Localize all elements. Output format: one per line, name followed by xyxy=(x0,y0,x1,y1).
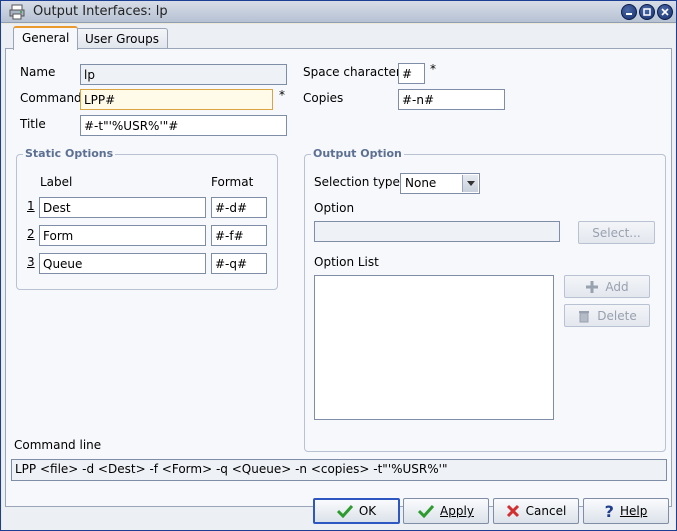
command-input[interactable] xyxy=(80,89,273,110)
label-column-header: Label xyxy=(40,175,73,189)
minimize-icon xyxy=(626,13,632,15)
name-input[interactable] xyxy=(80,64,287,85)
option-input[interactable] xyxy=(314,221,560,242)
row-number-3: 3 xyxy=(27,255,35,269)
tab-user-groups[interactable]: User Groups xyxy=(76,28,168,50)
row-number-1: 1 xyxy=(27,199,35,213)
space-character-input[interactable] xyxy=(398,63,425,84)
checkmark-icon xyxy=(418,504,435,518)
chevron-down-icon[interactable] xyxy=(462,175,478,192)
help-icon: ? xyxy=(604,501,614,521)
cancel-button[interactable]: Cancel xyxy=(493,498,579,524)
ok-button[interactable]: OK xyxy=(313,498,400,524)
cancel-button-label: Cancel xyxy=(525,504,567,518)
copies-input[interactable] xyxy=(398,89,505,110)
maximize-button[interactable] xyxy=(639,4,655,20)
title-bar[interactable]: Output Interfaces: lp xyxy=(1,1,676,23)
general-panel: Name Command * Title Space character * C… xyxy=(5,48,672,507)
output-option-group: Output Option Selection type None Option… xyxy=(304,147,666,452)
checkmark-icon xyxy=(336,504,353,518)
static-format-input-2[interactable] xyxy=(211,225,267,246)
option-label: Option xyxy=(314,201,355,215)
help-button[interactable]: ? Help xyxy=(583,498,669,524)
printer-icon xyxy=(9,4,25,20)
space-required-marker: * xyxy=(430,62,436,76)
apply-button-label: Apply xyxy=(440,504,474,518)
dialog-client: General User Groups Name Command * Title… xyxy=(2,24,675,530)
help-button-label: Help xyxy=(619,504,648,518)
static-options-legend: Static Options xyxy=(23,147,116,160)
add-button[interactable]: Add xyxy=(564,275,650,298)
window-title: Output Interfaces: lp xyxy=(33,4,168,19)
static-format-input-1[interactable] xyxy=(211,197,267,218)
select-button[interactable]: Select... xyxy=(578,221,655,244)
plus-icon xyxy=(586,280,599,293)
dialog-window: Output Interfaces: lp General User Group… xyxy=(0,0,677,531)
close-icon xyxy=(661,8,669,16)
selection-type-value: None xyxy=(405,176,437,190)
format-column-header: Format xyxy=(211,175,254,189)
option-list-label: Option List xyxy=(314,255,379,269)
command-line-label: Command line xyxy=(14,438,102,452)
static-label-input-1[interactable] xyxy=(39,197,206,218)
title-input[interactable] xyxy=(80,115,287,136)
command-line-field: LPP <file> -d <Dest> -f <Form> -q <Queue… xyxy=(11,459,667,481)
command-required-marker: * xyxy=(279,88,285,102)
name-label: Name xyxy=(20,65,56,79)
apply-button[interactable]: Apply xyxy=(403,498,489,524)
command-label: Command xyxy=(20,91,82,105)
delete-button[interactable]: Delete xyxy=(564,304,650,327)
tab-general[interactable]: General xyxy=(13,26,79,50)
close-button[interactable] xyxy=(657,4,673,20)
maximize-icon xyxy=(643,8,651,16)
close-icon xyxy=(506,504,519,518)
delete-button-label: Delete xyxy=(597,308,637,323)
ok-button-label: OK xyxy=(358,504,377,518)
title-label: Title xyxy=(20,117,46,131)
trash-icon xyxy=(579,310,590,322)
copies-label: Copies xyxy=(303,91,344,105)
option-list[interactable] xyxy=(314,275,554,420)
static-label-input-3[interactable] xyxy=(39,253,206,274)
space-character-label: Space character xyxy=(303,65,401,79)
static-format-input-3[interactable] xyxy=(211,253,267,274)
add-button-label: Add xyxy=(605,279,629,294)
static-options-group: Static Options Label Format 1 2 3 xyxy=(16,147,278,290)
selection-type-label: Selection type xyxy=(314,175,400,189)
minimize-button[interactable] xyxy=(621,4,637,20)
row-number-2: 2 xyxy=(27,227,35,241)
selection-type-select[interactable]: None xyxy=(400,173,480,194)
static-label-input-2[interactable] xyxy=(39,225,206,246)
output-option-legend: Output Option xyxy=(311,147,404,160)
